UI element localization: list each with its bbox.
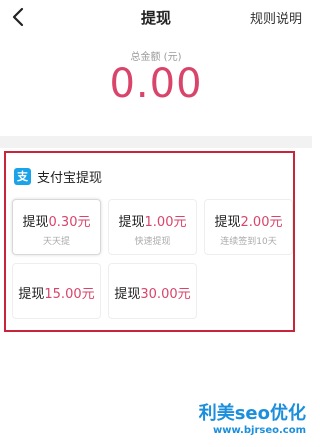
withdraw-option-2-00[interactable]: 提现2.00元 连续签到10天 — [204, 199, 293, 255]
option-note: 快速提现 — [134, 237, 171, 247]
option-prefix: 提现 — [18, 287, 45, 302]
alipay-icon: 支 — [14, 167, 31, 185]
withdraw-option-30-00[interactable]: 提现30.00元 — [108, 263, 197, 319]
option-note: 天天提 — [42, 237, 70, 247]
option-note: 连续签到10天 — [220, 237, 277, 247]
withdraw-panel: 支 支付宝提现 提现0.30元 天天提 提现1.00元 快速提现 提现2.00元… — [4, 151, 295, 332]
option-prefix: 提现 — [114, 287, 141, 302]
withdraw-option-1-00[interactable]: 提现1.00元 快速提现 — [108, 199, 197, 255]
option-amount: 1.00元 — [144, 215, 187, 230]
section-divider — [0, 136, 312, 148]
watermark: 利美seo优化 www.bjrseo.com — [199, 404, 306, 437]
payment-method-label: 支付宝提现 — [37, 170, 103, 186]
balance-amount: 0.00 — [109, 61, 203, 107]
option-prefix: 提现 — [214, 215, 241, 230]
option-amount: 15.00元 — [44, 287, 95, 302]
payment-method-row: 支 支付宝提现 — [14, 167, 103, 186]
watermark-title: 利美seo优化 — [198, 403, 306, 424]
option-amount: 2.00元 — [240, 215, 283, 230]
option-amount: 0.30元 — [48, 215, 91, 230]
watermark-url: www.bjrseo.com — [212, 425, 306, 436]
option-prefix: 提现 — [22, 215, 49, 230]
option-prefix: 提现 — [118, 215, 145, 230]
withdraw-option-0-30[interactable]: 提现0.30元 天天提 — [12, 199, 101, 255]
app-header: 提现 规则说明 — [0, 0, 312, 34]
rules-link[interactable]: 规则说明 — [250, 8, 302, 27]
option-amount: 30.00元 — [140, 287, 191, 302]
withdraw-option-15-00[interactable]: 提现15.00元 — [12, 263, 101, 319]
